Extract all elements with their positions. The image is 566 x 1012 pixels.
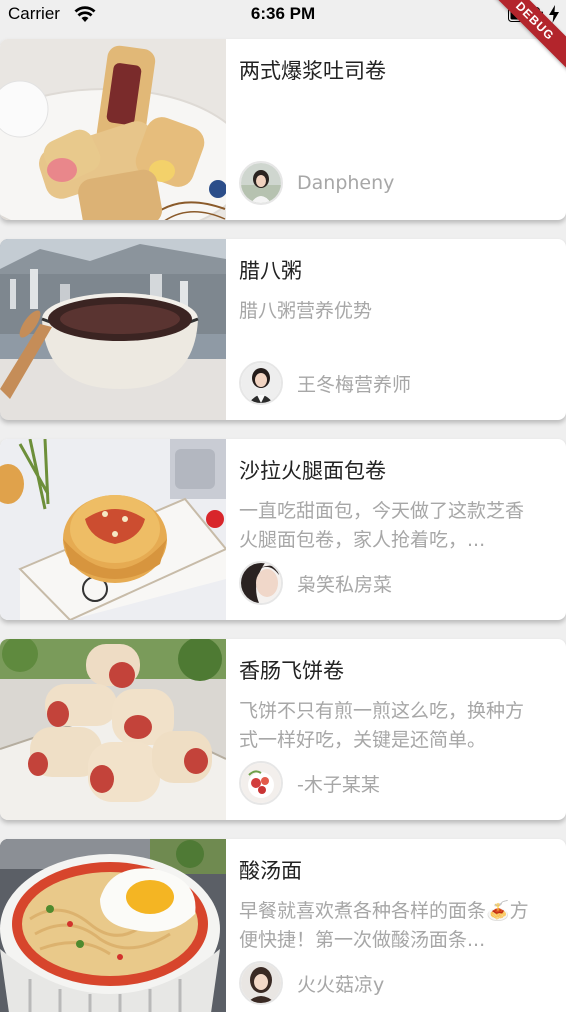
recipe-title: 沙拉火腿面包卷 (239, 459, 386, 483)
recipe-card[interactable]: 香肠飞饼卷 飞饼不只有煎一煎这么吃，换种方式一样好吃，关键是还简单。 -木子某某 (0, 639, 566, 820)
author-name: -木子某某 (297, 773, 380, 796)
recipe-author: Danpheny (239, 161, 394, 205)
author-avatar (239, 961, 283, 1005)
recipe-info: 酸汤面 早餐就喜欢煮各种各样的面条🍝方便快捷！第一次做酸汤面条... 火火菇凉y (239, 839, 546, 1012)
author-avatar (239, 361, 283, 405)
recipe-info: 腊八粥 腊八粥营养优势 王冬梅营养师 (239, 239, 546, 420)
recipe-author: 王冬梅营养师 (239, 361, 411, 405)
recipe-title: 酸汤面 (239, 859, 302, 883)
author-name: 火火菇凉y (297, 973, 385, 996)
recipe-info: 沙拉火腿面包卷 一直吃甜面包，今天做了这款芝香火腿面包卷，家人抢着吃，... 枭… (239, 439, 546, 620)
status-time: 6:36 PM (250, 4, 316, 23)
recipe-title: 香肠飞饼卷 (239, 659, 344, 683)
recipe-list: 两式爆浆吐司卷 Danpheny 腊八粥 腊八粥营养优势 王冬梅营养师 沙拉火腿… (0, 39, 566, 1012)
recipe-thumbnail (0, 639, 226, 820)
recipe-description: 早餐就喜欢煮各种各样的面条🍝方便快捷！第一次做酸汤面条... (239, 900, 529, 951)
recipe-thumbnail (0, 439, 226, 620)
recipe-info: 两式爆浆吐司卷 Danpheny (239, 39, 546, 220)
recipe-title: 两式爆浆吐司卷 (239, 59, 386, 83)
author-avatar (239, 161, 283, 205)
recipe-card[interactable]: 沙拉火腿面包卷 一直吃甜面包，今天做了这款芝香火腿面包卷，家人抢着吃，... 枭… (0, 439, 566, 620)
recipe-description: 腊八粥营养优势 (239, 300, 373, 322)
status-bar: Carrier 6:36 PM (0, 0, 566, 30)
recipe-card[interactable]: 腊八粥 腊八粥营养优势 王冬梅营养师 (0, 239, 566, 420)
recipe-title: 腊八粥 (239, 259, 302, 283)
recipe-card[interactable]: 酸汤面 早餐就喜欢煮各种各样的面条🍝方便快捷！第一次做酸汤面条... 火火菇凉y (0, 839, 566, 1012)
recipe-thumbnail (0, 839, 226, 1012)
recipe-description: 飞饼不只有煎一煎这么吃，换种方式一样好吃，关键是还简单。 (239, 700, 525, 751)
author-name: 枭笑私房菜 (297, 573, 393, 596)
recipe-author: -木子某某 (239, 761, 380, 805)
recipe-author: 枭笑私房菜 (239, 561, 392, 605)
author-name: 王冬梅营养师 (297, 373, 412, 396)
recipe-thumbnail (0, 39, 226, 220)
author-avatar (239, 761, 283, 805)
recipe-thumbnail (0, 239, 226, 420)
author-avatar (239, 561, 283, 605)
recipe-author: 火火菇凉y (239, 961, 384, 1005)
author-name: Danpheny (297, 172, 395, 194)
recipe-info: 香肠飞饼卷 飞饼不只有煎一煎这么吃，换种方式一样好吃，关键是还简单。 -木子某某 (239, 639, 546, 820)
recipe-card[interactable]: 两式爆浆吐司卷 Danpheny (0, 39, 566, 220)
recipe-description: 一直吃甜面包，今天做了这款芝香火腿面包卷，家人抢着吃，... (239, 500, 525, 551)
